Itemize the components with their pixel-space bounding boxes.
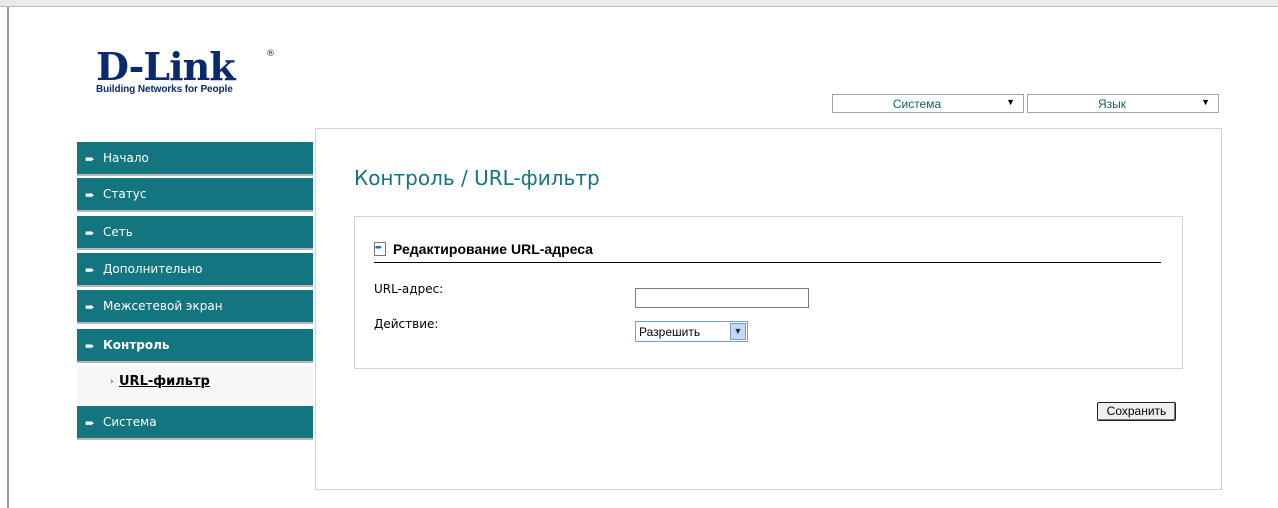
sidebar-item-label: Начало <box>103 151 149 165</box>
sidebar-item-label: Дополнительно <box>103 262 203 276</box>
triangle-down-icon: ▼ <box>1006 97 1015 107</box>
sidebar-item-label: Сеть <box>103 225 133 239</box>
arrow-right-icon: ➨ <box>85 226 96 240</box>
sidebar-item-firewall[interactable]: ➨ Межсетевой экран <box>77 290 313 324</box>
triangle-down-icon: ▼ <box>1201 97 1210 107</box>
sidebar-item-system[interactable]: ➨ Система <box>77 406 313 440</box>
page-arrow-icon: ➨ <box>374 242 386 256</box>
sidebar-item-label: Контроль <box>103 338 170 352</box>
chevron-down-icon[interactable]: ▼ <box>730 323 746 340</box>
arrow-right-icon: ➨ <box>85 188 96 202</box>
arrow-right-icon: ➨ <box>85 263 96 277</box>
language-select[interactable]: Язык ▼ <box>1027 94 1219 113</box>
sidebar-item-status[interactable]: ➨ Статус <box>77 178 313 212</box>
window-top-frame <box>0 0 1278 7</box>
page-title: Контроль / URL-фильтр <box>354 166 600 190</box>
logo-registered-mark: ® <box>266 49 275 59</box>
action-select-value: Разрешить <box>639 325 701 339</box>
sidebar-item-advanced[interactable]: ➨ Дополнительно <box>77 253 313 287</box>
sidebar-item-label: Межсетевой экран <box>103 299 223 313</box>
sidebar-item-home[interactable]: ➨ Начало <box>77 142 313 176</box>
logo-tagline: Building Networks for People <box>96 84 233 95</box>
url-input[interactable] <box>635 288 809 308</box>
sidebar-item-label: Статус <box>103 187 147 201</box>
save-button[interactable]: Сохранить <box>1097 402 1176 421</box>
action-label: Действие: <box>374 317 439 331</box>
system-menu-select[interactable]: Система ▼ <box>832 94 1024 113</box>
arrow-right-icon: ➨ <box>85 339 96 353</box>
arrow-right-icon: ➨ <box>85 152 96 166</box>
arrow-right-icon: ➨ <box>85 300 96 314</box>
sidebar-subitem-url-filter[interactable]: › URL-фильтр <box>77 366 313 406</box>
section-title: Редактирование URL-адреса <box>393 241 593 257</box>
language-label: Язык <box>1097 97 1127 111</box>
chevron-right-icon: › <box>110 377 114 387</box>
logo-wordmark: D-Link <box>96 44 236 89</box>
sidebar-item-control[interactable]: ➨ Контроль <box>77 329 313 363</box>
dlink-logo: D-Link ® Building Networks for People <box>96 44 275 96</box>
action-select[interactable]: Разрешить ▼ <box>635 321 748 342</box>
window-left-frame <box>7 7 9 508</box>
sidebar-subitem-label[interactable]: URL-фильтр <box>119 374 210 389</box>
sidebar-item-network[interactable]: ➨ Сеть <box>77 216 313 250</box>
section-divider <box>374 262 1161 263</box>
arrow-right-icon: ➨ <box>85 416 96 430</box>
url-label: URL-адрес: <box>374 282 444 296</box>
sidebar-item-label: Система <box>103 415 157 429</box>
system-menu-label: Система <box>892 97 942 111</box>
